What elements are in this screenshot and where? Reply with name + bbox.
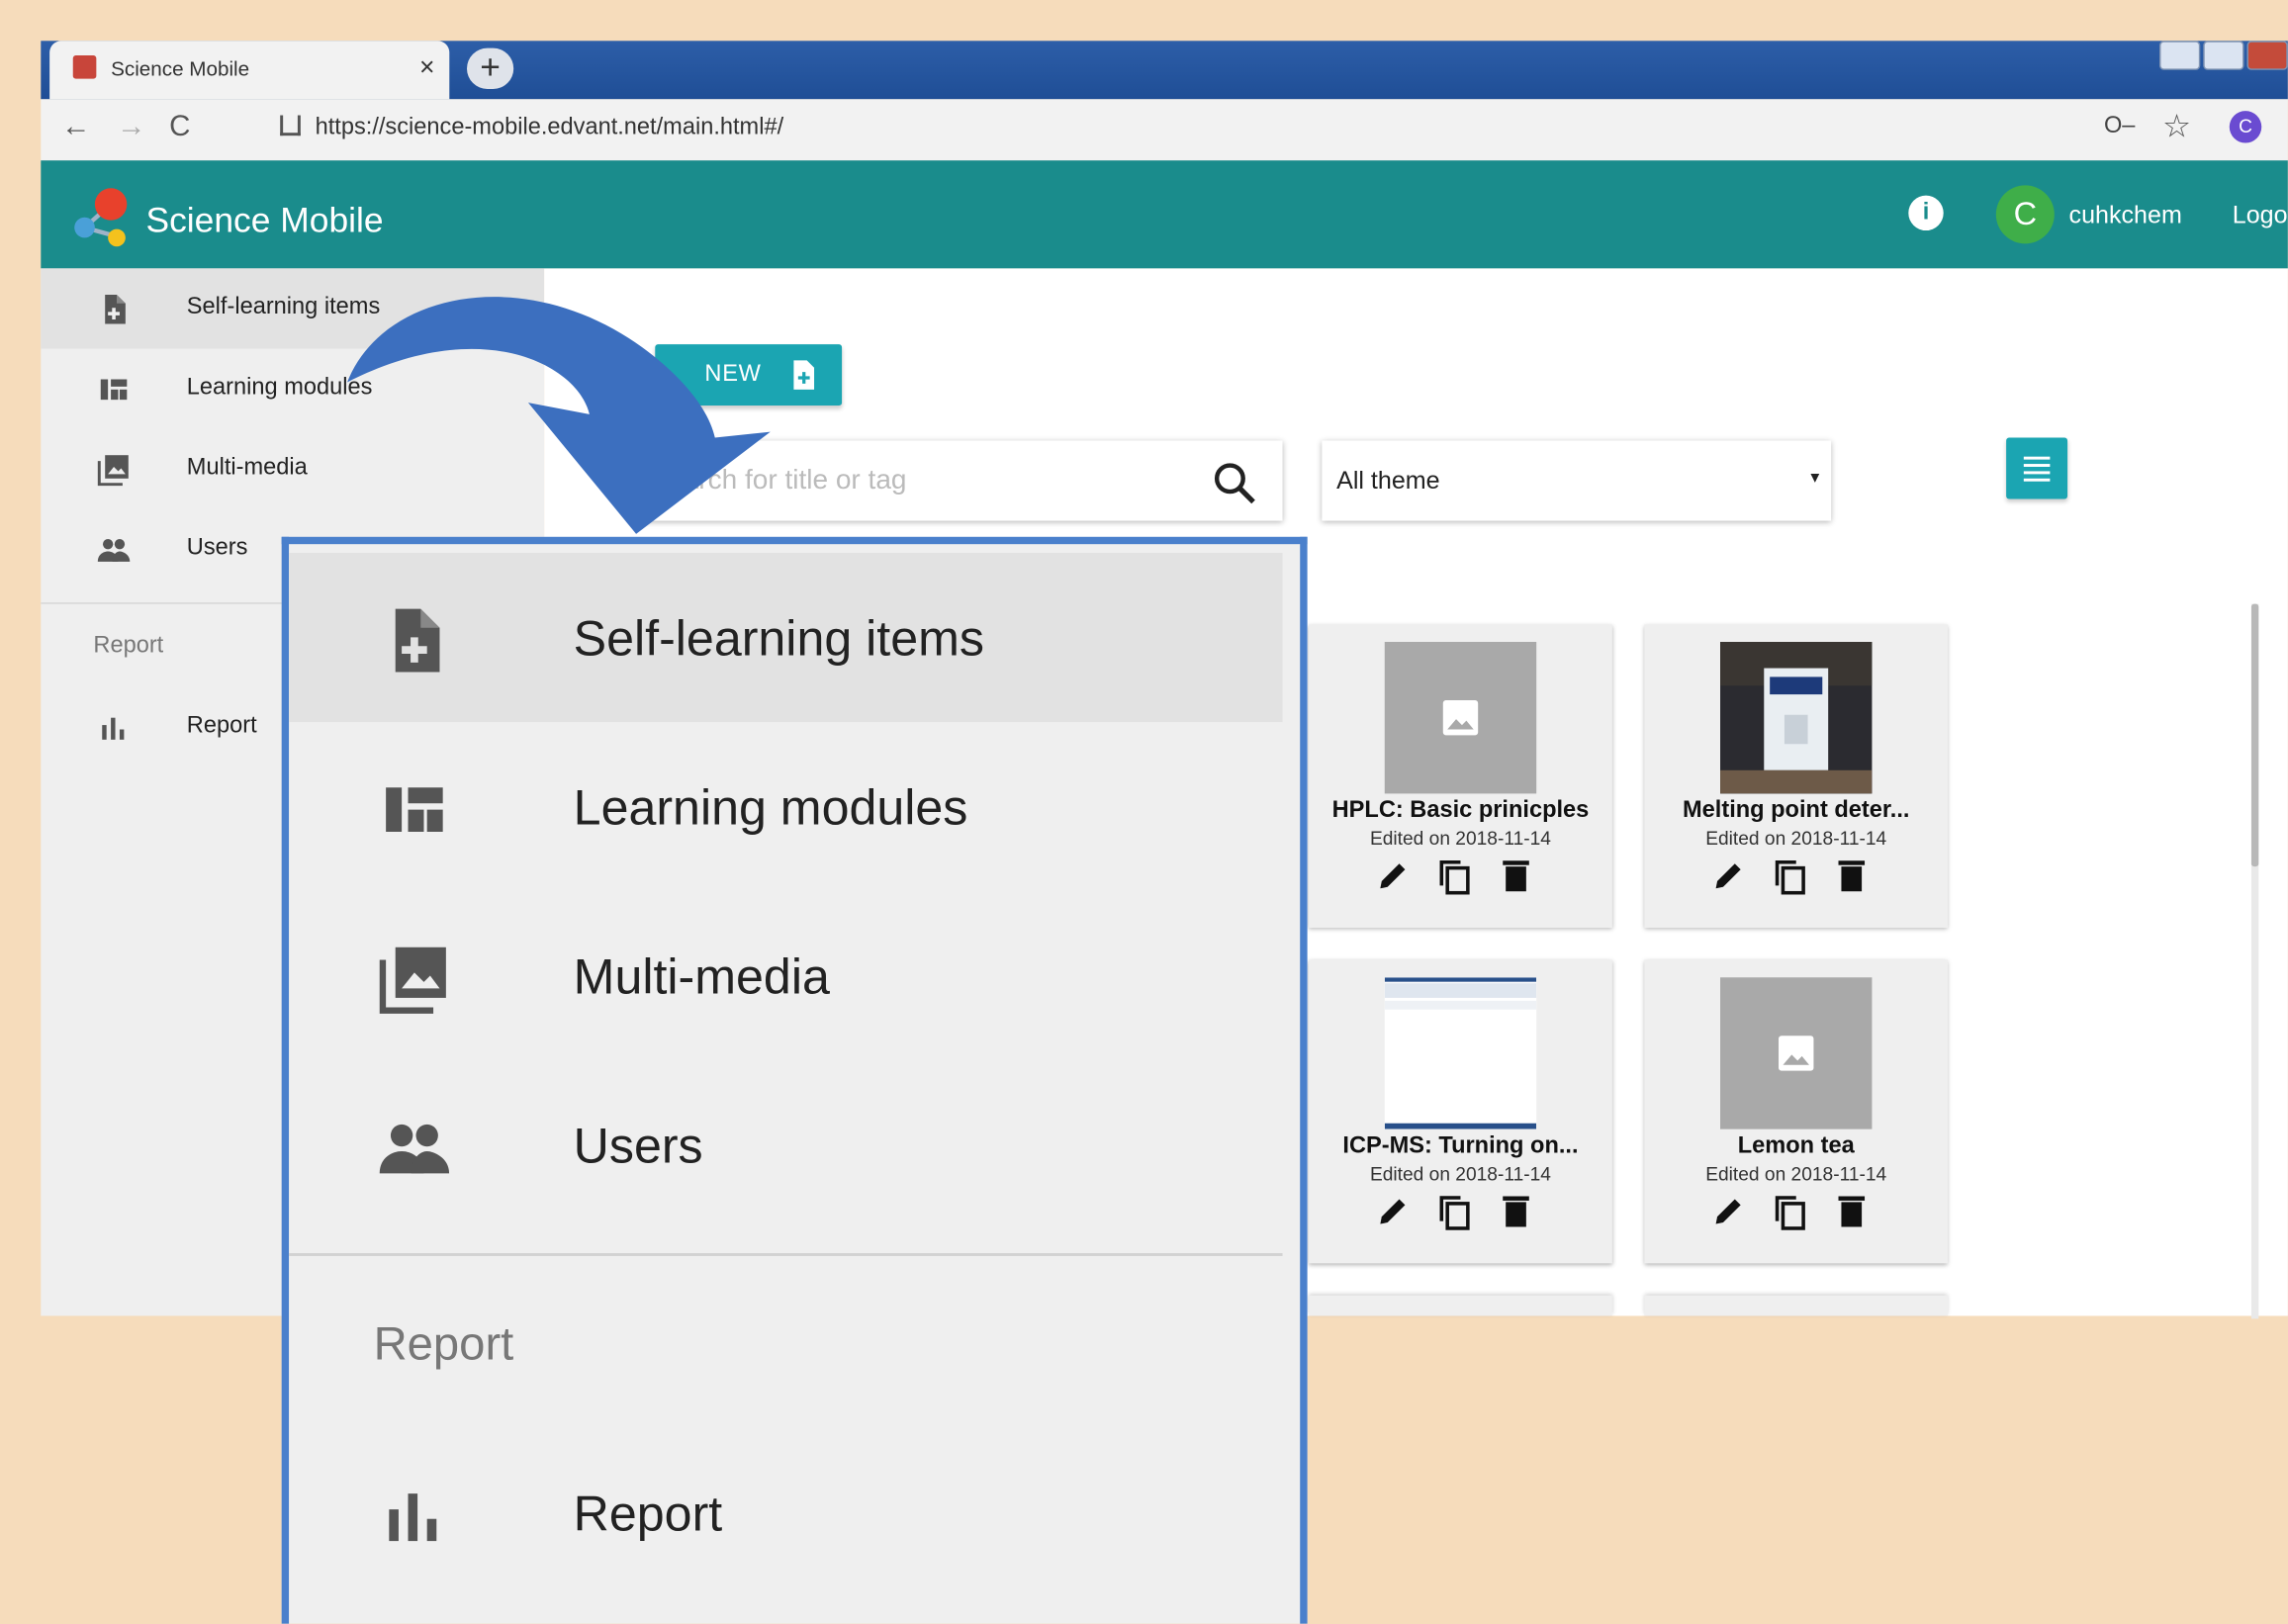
edit-pencil-icon[interactable] [1711,1194,1746,1228]
item-card[interactable]: Lemon tea Edited on 2018-11-14 [1644,959,1949,1264]
people-icon [379,1124,450,1174]
people-icon [97,539,131,562]
sidebar-item-label: Multi-media [186,455,308,481]
delete-trash-icon[interactable] [1837,1194,1867,1228]
minimize-window-button[interactable] [2159,41,2201,70]
browser-tab[interactable]: Science Mobile × [49,41,450,100]
zoom-section-report: Report [373,1316,514,1371]
copy-icon[interactable] [1437,1194,1472,1231]
new-tab-button[interactable]: + [467,47,514,89]
bar-chart-icon [102,717,125,740]
sidebar-item-learning-modules[interactable]: Learning modules [41,349,544,429]
new-item-button[interactable]: NEW [655,344,843,406]
site-favicon-icon [72,55,97,79]
card-title: HPLC: Basic prinicples [1331,797,1590,823]
zoom-item-users: Users [289,1060,1282,1229]
delete-trash-icon[interactable] [1502,1194,1531,1228]
search-box [631,440,1283,521]
sidebar-item-label: Report [186,713,257,739]
card-date: Edited on 2018-11-14 [1705,1162,1887,1185]
photo-library-icon [379,947,446,1014]
zoom-item-multi-media: Multi-media [289,891,1282,1060]
zoom-item-label: Self-learning items [573,611,984,668]
key-icon[interactable]: O‒ [2104,114,2135,140]
zoom-item-report: Report [289,1428,1282,1597]
close-window-button[interactable] [2246,41,2288,70]
photo-library-icon [97,455,129,487]
back-arrow-icon[interactable]: ← [61,111,91,144]
card-date: Edited on 2018-11-14 [1705,827,1887,850]
bookmark-star-icon[interactable]: ☆ [2162,108,2191,145]
card-title: Lemon tea [1737,1133,1855,1159]
zoom-item-label: Report [573,1487,723,1543]
edit-pencil-icon[interactable] [1711,857,1746,892]
bar-chart-icon [389,1493,437,1542]
logout-link[interactable]: Logo [2233,202,2288,231]
placeholder-image-icon [1384,642,1537,794]
card-date: Edited on 2018-11-14 [1369,1162,1551,1185]
window-controls [2159,41,2288,72]
copy-icon[interactable] [1437,857,1472,895]
list-view-button[interactable] [2006,437,2068,499]
app-header: Science Mobile i C cuhkchem Logo [41,160,2288,269]
delete-trash-icon[interactable] [1502,857,1531,892]
edit-pencil-icon[interactable] [1376,1194,1411,1228]
add-document-icon [793,360,815,390]
item-card[interactable] [1644,1295,1949,1316]
sidebar-item-self-learning[interactable]: Self-learning items [41,268,545,349]
delete-trash-icon[interactable] [1837,857,1867,892]
scrollbar-thumb[interactable] [2250,603,2259,867]
user-avatar[interactable]: C [1995,185,2055,244]
item-card[interactable] [1309,1295,1612,1316]
zoom-divider [289,1253,1283,1256]
reload-icon[interactable]: C [169,111,190,144]
item-card[interactable]: ICP-MS: Turning on... Edited on 2018-11-… [1309,959,1612,1264]
card-title: Melting point deter... [1682,797,1910,823]
forward-arrow-icon[interactable]: → [117,111,146,144]
url-text: https://science-mobile.edvant.net/main.h… [315,115,784,140]
sidebar-section-report: Report [93,633,164,659]
edit-pencil-icon[interactable] [1376,857,1411,892]
theme-select-value: All theme [1336,467,1440,496]
science-mobile-logo-icon [74,188,128,247]
add-document-icon [395,608,440,673]
new-button-label: NEW [704,361,762,387]
modules-icon [100,379,128,401]
sidebar-item-label: Self-learning items [186,294,381,320]
sidebar-item-label: Users [186,535,248,561]
chevron-down-icon: ▾ [1810,467,1820,488]
card-date: Edited on 2018-11-14 [1369,827,1551,850]
copy-icon[interactable] [1773,857,1807,895]
card-thumbnail [1720,642,1873,794]
sidebar-item-label: Learning modules [186,375,373,401]
add-document-icon [105,294,126,324]
sidebar-zoom-callout: Self-learning items Learning modules Mul… [281,536,1308,1624]
lock-icon [280,115,301,136]
item-card[interactable]: HPLC: Basic prinicples Edited on 2018-11… [1309,624,1612,929]
profile-avatar[interactable]: C [2229,111,2262,143]
app-name: Science Mobile [145,201,384,241]
theme-select[interactable]: All theme ▾ [1322,440,1832,521]
sidebar-item-multi-media[interactable]: Multi-media [41,429,544,509]
zoom-item-learning-modules: Learning modules [289,722,1282,891]
zoom-item-label: Users [573,1119,703,1175]
zoom-item-label: Learning modules [573,780,968,837]
search-input[interactable] [646,452,1207,511]
url-field[interactable]: https://science-mobile.edvant.net/main.h… [274,111,2098,148]
search-icon[interactable] [1213,461,1256,504]
username[interactable]: cuhkchem [2069,202,2182,231]
zoom-item-label: Multi-media [573,949,830,1006]
tab-title: Science Mobile [111,56,250,81]
item-card[interactable]: Melting point deter... Edited on 2018-11… [1644,624,1949,929]
address-bar: ← → C https://science-mobile.edvant.net/… [41,99,2288,162]
card-thumbnail [1384,977,1537,1129]
card-title: ICP-MS: Turning on... [1342,1133,1579,1159]
copy-icon[interactable] [1773,1194,1807,1231]
zoom-item-self-learning: Self-learning items [289,553,1283,723]
modules-icon [386,787,443,832]
restore-window-button[interactable] [2203,41,2244,70]
tab-close-icon[interactable]: × [419,52,435,83]
info-icon[interactable]: i [1908,195,1944,231]
placeholder-image-icon [1720,977,1873,1129]
